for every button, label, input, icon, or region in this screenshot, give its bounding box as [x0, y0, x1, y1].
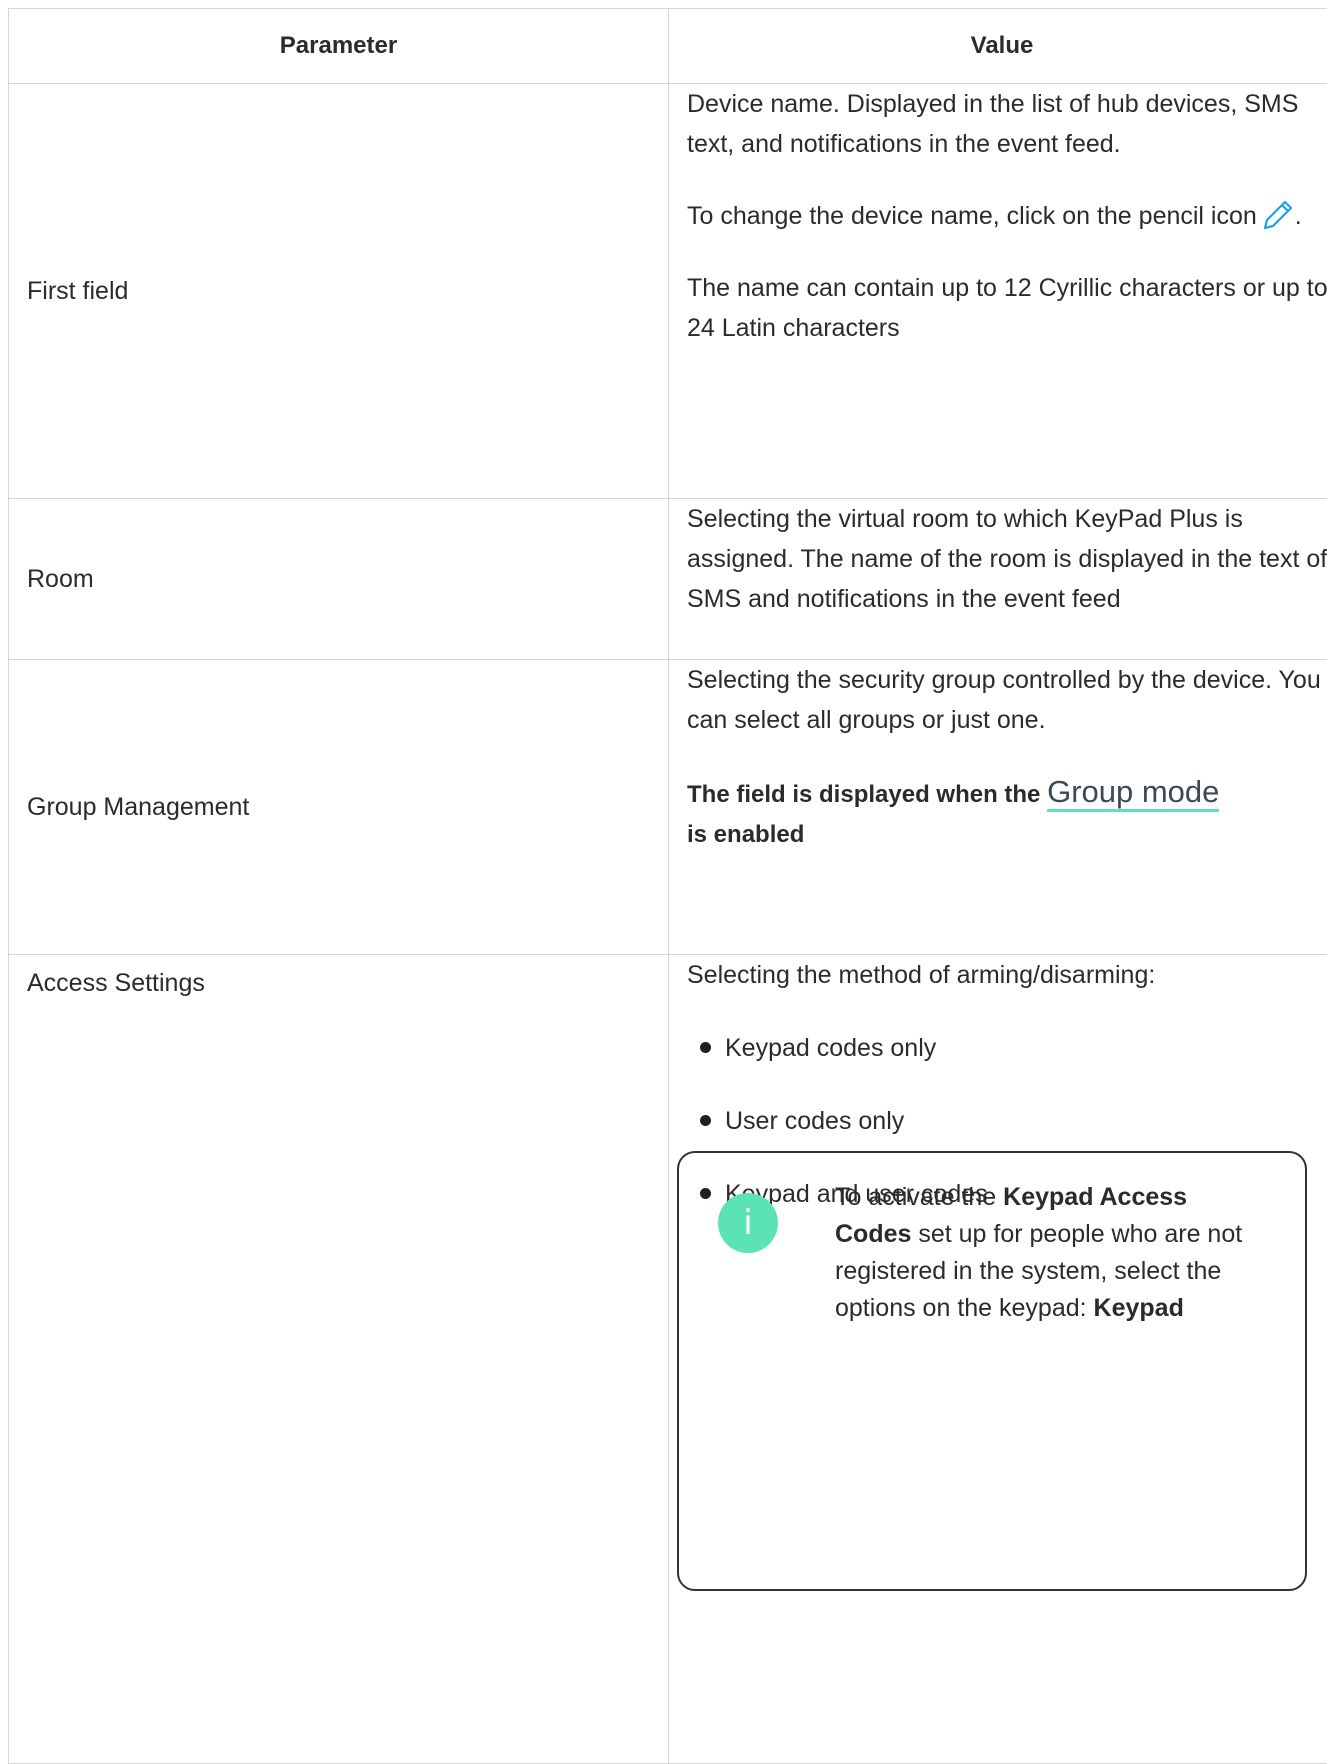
pencil-icon: [1261, 198, 1295, 232]
table-row: Room Selecting the virtual room to which…: [9, 499, 1327, 660]
info-callout-text: To activate the Keypad Access Codes set …: [835, 1179, 1255, 1327]
access-option-keypad-only: Keypad codes only: [725, 1034, 936, 1062]
first-field-pencil-instruction: To change the device name, click on the …: [687, 196, 1327, 236]
first-field-description: Device name. Displayed in the list of hu…: [687, 84, 1327, 164]
value-group-management: Selecting the security group controlled …: [669, 660, 1327, 955]
info-icon: i: [718, 1193, 778, 1253]
group-mode-link[interactable]: Group mode: [1047, 774, 1219, 812]
param-access-settings: Access Settings: [9, 955, 669, 1764]
header-value: Value: [669, 9, 1327, 84]
header-parameter: Parameter: [9, 9, 669, 84]
list-item: User codes only: [687, 1101, 1327, 1141]
info-callout: i To activate the Keypad Access Codes se…: [677, 1151, 1307, 1591]
info-bold-keypad: Keypad: [1094, 1294, 1184, 1322]
bullet-icon: [700, 1115, 711, 1126]
access-option-user-only: User codes only: [725, 1107, 904, 1135]
param-first-field: First field: [9, 84, 669, 499]
info-text-1: To activate the: [835, 1183, 996, 1211]
pencil-instruction-end: .: [1295, 202, 1302, 230]
note-text-after: is enabled: [687, 821, 804, 848]
list-item: Keypad codes only: [687, 1028, 1327, 1068]
table-row: First field Device name. Displayed in th…: [9, 84, 1327, 499]
param-room: Room: [9, 499, 669, 660]
room-description: Selecting the virtual room to which KeyP…: [687, 499, 1327, 619]
value-first-field: Device name. Displayed in the list of hu…: [669, 84, 1327, 499]
bullet-icon: [700, 1042, 711, 1053]
first-field-limit: The name can contain up to 12 Cyrillic c…: [687, 268, 1327, 348]
group-management-description: Selecting the security group controlled …: [687, 660, 1327, 740]
table-header-row: Parameter Value: [9, 9, 1327, 84]
access-settings-intro: Selecting the method of arming/disarming…: [687, 955, 1327, 995]
pencil-instruction-text: To change the device name, click on the …: [687, 202, 1257, 230]
table-row: Group Management Selecting the security …: [9, 660, 1327, 955]
param-group-management: Group Management: [9, 660, 669, 955]
value-room: Selecting the virtual room to which KeyP…: [669, 499, 1327, 660]
group-mode-note: The field is displayed when the Group mo…: [687, 772, 1327, 855]
note-text-before: The field is displayed when the: [687, 781, 1040, 808]
